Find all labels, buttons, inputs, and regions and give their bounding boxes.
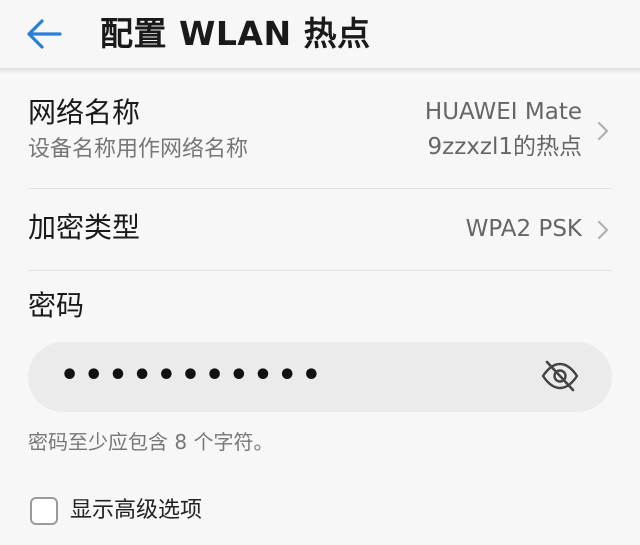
password-input[interactable]: ••••••••••• <box>28 342 612 412</box>
advanced-options-label: 显示高级选项 <box>70 498 203 523</box>
network-name-value: HUAWEI Mate 9zzxzl1的热点 <box>425 95 582 165</box>
back-button[interactable] <box>26 14 74 54</box>
header-divider <box>0 68 640 74</box>
toggle-password-visibility-button[interactable] <box>540 358 580 394</box>
back-arrow-icon <box>27 19 62 49</box>
encryption-type-value: WPA2 PSK <box>465 216 582 242</box>
divider <box>28 188 612 189</box>
password-masked-value: ••••••••••• <box>60 358 326 393</box>
advanced-options-checkbox[interactable] <box>30 497 58 525</box>
eye-off-icon <box>541 360 579 392</box>
network-name-row[interactable]: 网络名称 设备名称用作网络名称 HUAWEI Mate 9zzxzl1的热点 <box>28 95 612 175</box>
password-label-row: 密码 <box>28 288 612 328</box>
password-label: 密码 <box>28 289 85 322</box>
page-title: 配置 WLAN 热点 <box>100 14 371 53</box>
chevron-right-icon <box>597 220 609 240</box>
network-name-value-line2: 9zzxzl1的热点 <box>427 134 583 160</box>
encryption-type-row[interactable]: 加密类型 WPA2 PSK <box>28 210 612 254</box>
chevron-right-icon <box>597 121 609 141</box>
app-header: 配置 WLAN 热点 <box>0 0 640 68</box>
password-hint: 密码至少应包含 8 个字符。 <box>28 430 274 454</box>
network-name-value-line1: HUAWEI Mate <box>424 99 582 125</box>
show-advanced-options[interactable]: 显示高级选项 <box>30 496 202 526</box>
divider <box>28 270 612 271</box>
